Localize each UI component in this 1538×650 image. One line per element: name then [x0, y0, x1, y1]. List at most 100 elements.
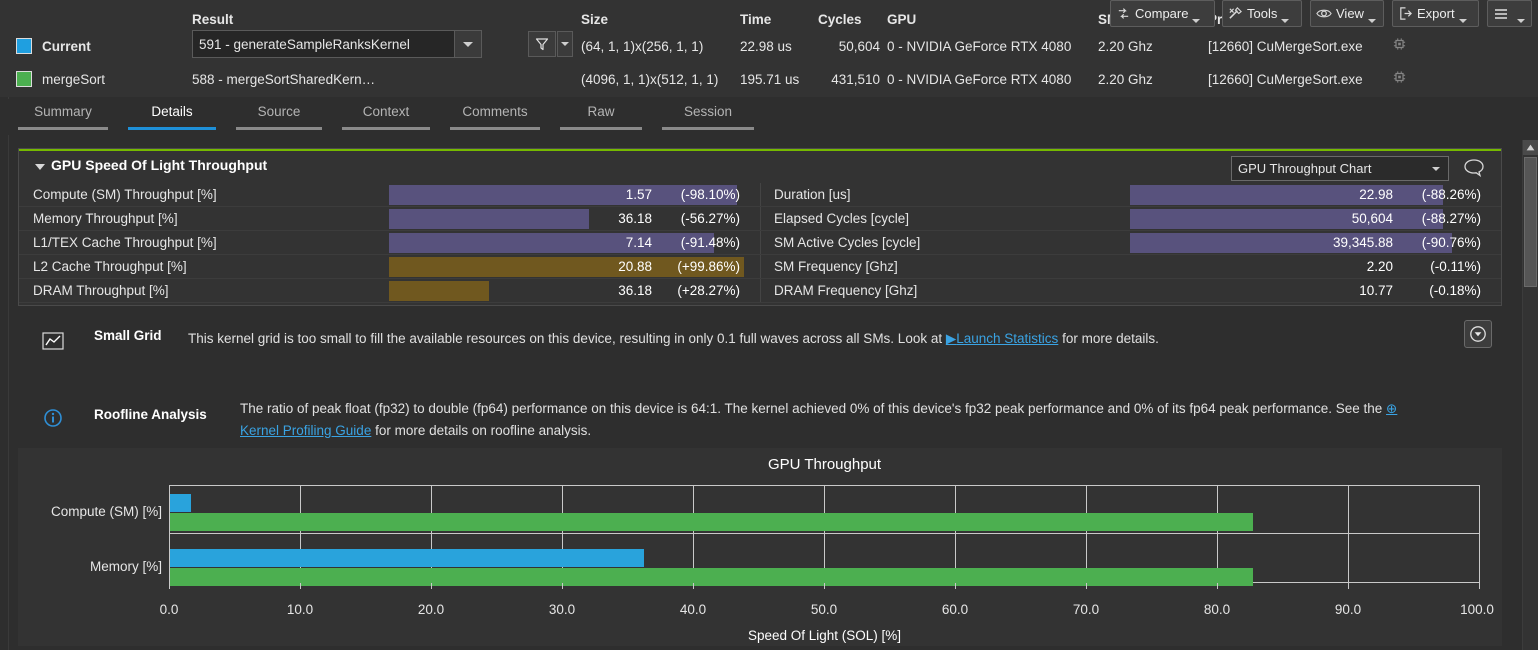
metric-value: 50,604	[1352, 209, 1393, 229]
nsight-compute-details-page: Result Size Time Cycles GPU SM Frequency…	[0, 0, 1538, 650]
row-size-mergesort: (4096, 1, 1)x(512, 1, 1)	[581, 64, 731, 95]
view-button[interactable]: View	[1310, 0, 1384, 27]
sol-metric-row: Memory Throughput [%] 36.18 (-56.27%) El…	[19, 207, 1501, 231]
filter-button[interactable]	[528, 31, 556, 57]
tab-details-label: Details	[151, 104, 192, 119]
tools-chevron-down-icon[interactable]	[1281, 19, 1289, 23]
metric-delta: (-88.26%)	[1397, 185, 1481, 205]
chart-xtick-10: 100.0	[1447, 602, 1507, 617]
row-cycles-mergesort: 431,510	[818, 64, 880, 95]
compare-button[interactable]: Compare	[1110, 0, 1215, 27]
tab-source[interactable]: Source	[230, 99, 328, 133]
metric-name: L2 Cache Throughput [%]	[33, 255, 187, 279]
metric-name: L1/TEX Cache Throughput [%]	[33, 231, 217, 255]
main-tab-bar: Summary Details Source Context Comments …	[0, 99, 1538, 135]
result-selector-combobox[interactable]: 591 - generateSampleRanksKernel	[192, 30, 482, 58]
message-text-before: This kernel grid is too small to fill th…	[188, 331, 946, 346]
tab-comments[interactable]: Comments	[444, 99, 546, 133]
result-selector-chevron-down-icon[interactable]	[454, 31, 481, 57]
comment-bubble-button[interactable]	[1463, 158, 1485, 178]
chart-xtick-5: 50.0	[794, 602, 854, 617]
sol-metric-row: L1/TEX Cache Throughput [%] 7.14 (-91.48…	[19, 231, 1501, 255]
metric-name: DRAM Frequency [Ghz]	[774, 279, 917, 303]
tools-button[interactable]: Tools	[1222, 0, 1302, 27]
section-collapse-triangle-icon[interactable]	[35, 164, 45, 170]
export-button[interactable]: Export	[1392, 0, 1479, 27]
row-result-mergesort: 588 - mergeSortSharedKern…	[192, 64, 522, 95]
chart-xtick-3: 30.0	[532, 602, 592, 617]
metric-name: Compute (SM) Throughput [%]	[33, 183, 217, 207]
filter-icon	[535, 37, 549, 51]
chip-icon	[1392, 70, 1407, 84]
tab-context[interactable]: Context	[336, 99, 436, 133]
sol-left-cell: DRAM Throughput [%] 36.18 (+28.27%)	[19, 279, 760, 303]
row-label-current: Current	[42, 31, 91, 62]
row-attributes-mergesort[interactable]	[1392, 64, 1512, 95]
vertical-scrollbar[interactable]	[1522, 140, 1538, 650]
metric-bar-track: 39,345.88 (-90.76%)	[1130, 233, 1485, 253]
sol-left-cell: L2 Cache Throughput [%] 20.88 (+99.86%)	[19, 255, 760, 279]
metric-bar-fill	[389, 209, 589, 229]
sol-left-cell: L1/TEX Cache Throughput [%] 7.14 (-91.48…	[19, 231, 760, 255]
tab-session[interactable]: Session	[656, 99, 760, 133]
tab-summary[interactable]: Summary	[12, 99, 114, 133]
chart-bar-memory-current	[170, 549, 644, 567]
metric-value: 20.88	[618, 257, 652, 277]
more-menu-button[interactable]	[1487, 0, 1532, 27]
gpu-speed-of-light-section: GPU Speed Of Light Throughput GPU Throug…	[18, 148, 1502, 306]
metric-delta: (-56.27%)	[656, 209, 740, 229]
view-chevron-down-icon[interactable]	[1368, 19, 1376, 23]
tab-summary-label: Summary	[34, 104, 92, 119]
chart-title: GPU Throughput	[169, 456, 1480, 473]
row-smfreq-mergesort: 2.20 Ghz	[1098, 64, 1198, 95]
tools-icon	[1228, 6, 1243, 21]
chart-type-combobox[interactable]: GPU Throughput Chart	[1231, 156, 1449, 181]
export-chevron-down-icon[interactable]	[1459, 19, 1467, 23]
sol-metric-row: DRAM Throughput [%] 36.18 (+28.27%) DRAM…	[19, 279, 1501, 303]
roofline-line2-after: for more details on roofline analysis.	[371, 423, 591, 438]
sol-metrics-grid: Compute (SM) Throughput [%] 1.57 (-98.10…	[19, 183, 1501, 303]
results-summary-table: Result Size Time Cycles GPU SM Frequency…	[0, 0, 1538, 97]
metric-value: 7.14	[626, 233, 652, 253]
chart-xtick-1: 10.0	[270, 602, 330, 617]
dismiss-rule-button[interactable]	[1464, 320, 1492, 348]
chart-bar-memory-mergesort	[170, 568, 1253, 586]
scrollbar-thumb[interactable]	[1524, 157, 1537, 287]
chart-xtick-7: 70.0	[1056, 602, 1116, 617]
metric-value: 39,345.88	[1333, 233, 1393, 253]
launch-statistics-link[interactable]: ▶Launch Statistics	[946, 331, 1058, 346]
chart-line-icon	[40, 330, 66, 352]
metric-bar-track: 2.20 (-0.11%)	[1130, 257, 1485, 277]
metric-value: 10.77	[1359, 281, 1393, 301]
metric-delta: (-90.76%)	[1397, 233, 1481, 253]
chart-type-chevron-down-icon[interactable]	[1424, 167, 1448, 171]
section-header[interactable]: GPU Speed Of Light Throughput GPU Throug…	[19, 151, 1501, 183]
filter-dropdown-button[interactable]	[557, 31, 573, 57]
roofline-line2-before: the	[1364, 401, 1387, 416]
link-label: Kernel Profiling Guide	[240, 423, 371, 438]
chart-bar-compute-mergesort	[170, 513, 1253, 531]
compare-chevron-down-icon[interactable]	[1192, 19, 1200, 23]
sol-right-cell: DRAM Frequency [Ghz] 10.77 (-0.18%)	[760, 279, 1501, 303]
export-icon	[1398, 6, 1413, 21]
row-attributes-current[interactable]	[1392, 31, 1512, 62]
tab-raw[interactable]: Raw	[554, 99, 648, 133]
message-text-after: for more details.	[1058, 331, 1159, 346]
metric-delta: (+28.27%)	[656, 281, 740, 301]
left-edge-strip	[0, 0, 9, 650]
tab-details[interactable]: Details	[122, 99, 222, 133]
chart-ytick-memory: Memory [%]	[20, 559, 162, 574]
more-menu-chevron-down-icon[interactable]	[1517, 19, 1525, 23]
metric-value: 1.57	[626, 185, 652, 205]
chart-xtick-4: 40.0	[663, 602, 723, 617]
sol-metric-row: L2 Cache Throughput [%] 20.88 (+99.86%) …	[19, 255, 1501, 279]
metric-name: DRAM Throughput [%]	[33, 279, 169, 303]
chart-xtick-9: 90.0	[1318, 602, 1378, 617]
result-row-mergesort[interactable]: mergeSort 588 - mergeSortSharedKern… (40…	[0, 64, 1538, 95]
eye-icon	[1316, 6, 1332, 21]
scroll-up-arrow-icon[interactable]	[1523, 140, 1538, 155]
result-selector-value: 591 - generateSampleRanksKernel	[193, 37, 454, 52]
row-smfreq-current: 2.20 Ghz	[1098, 31, 1198, 62]
chart-xtick-8: 80.0	[1187, 602, 1247, 617]
chart-xtick-2: 20.0	[401, 602, 461, 617]
